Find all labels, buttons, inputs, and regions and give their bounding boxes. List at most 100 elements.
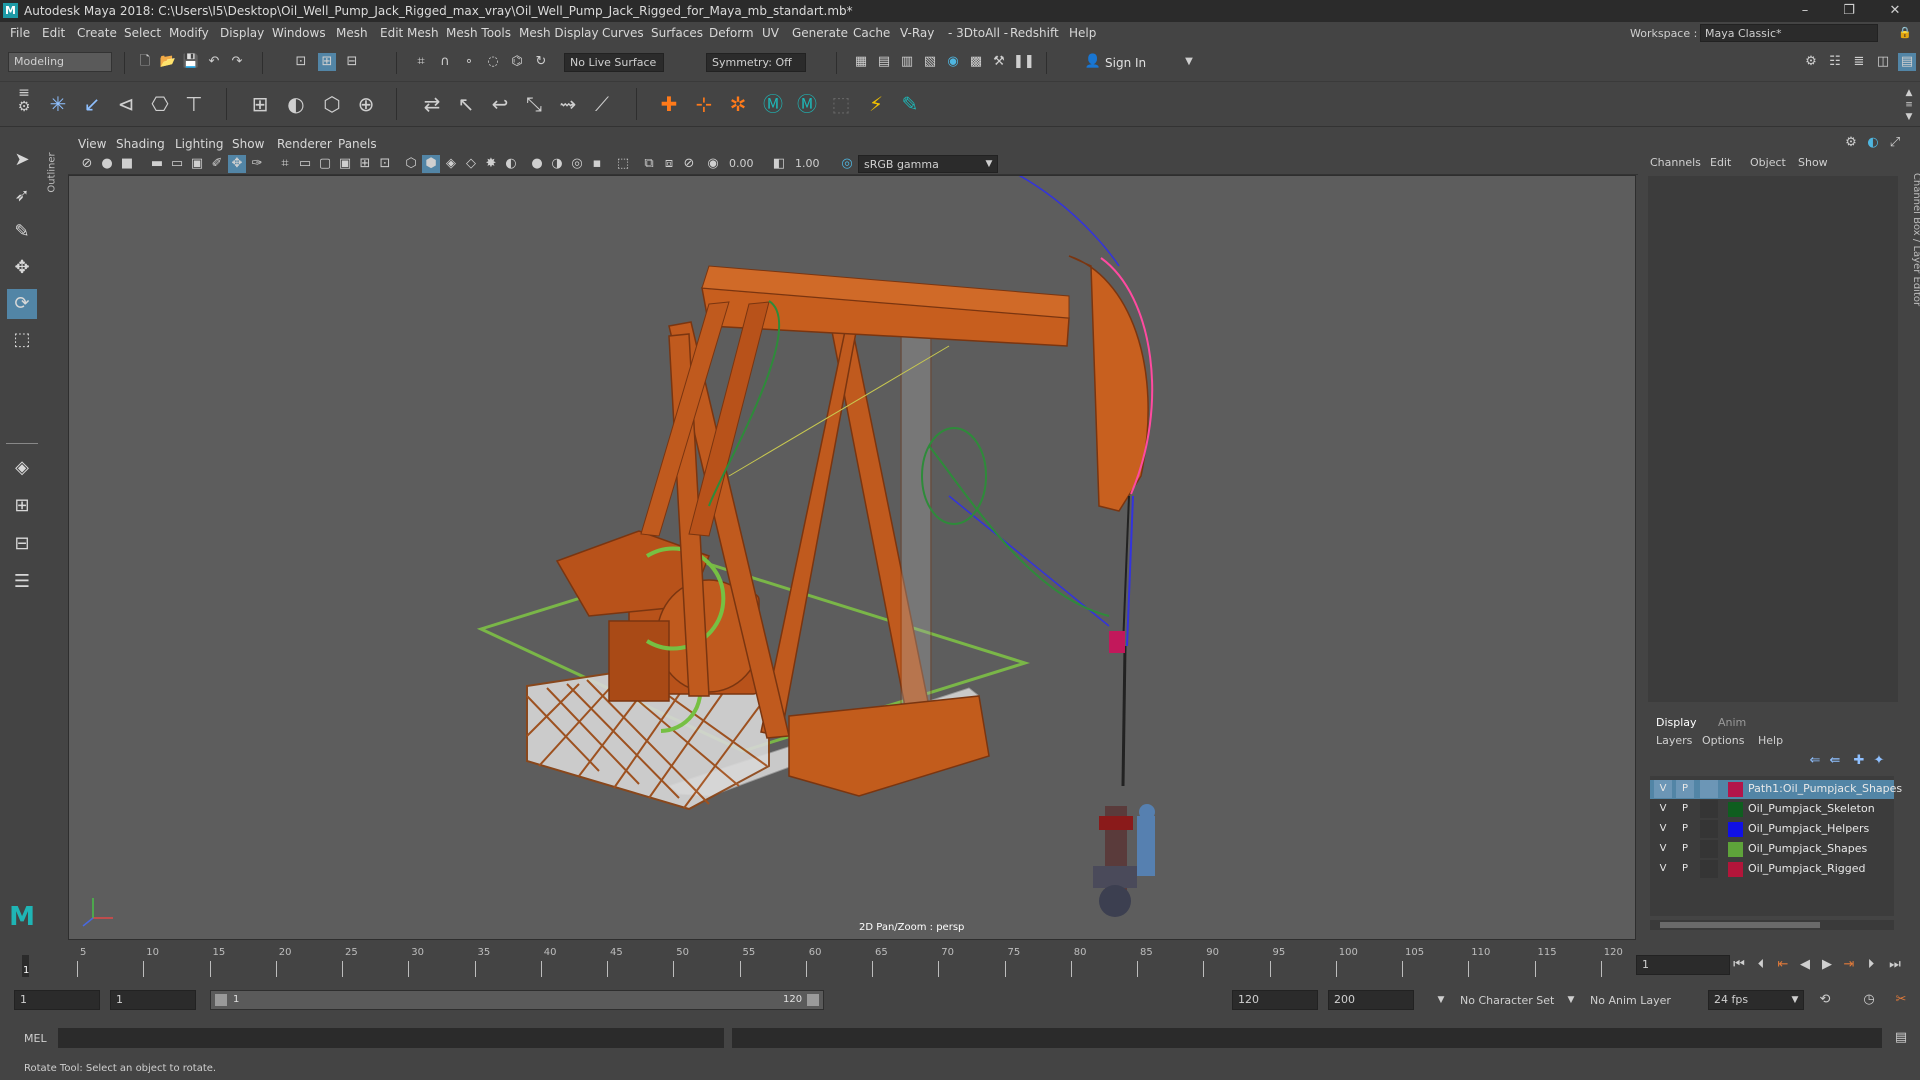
- close-button[interactable]: ✕: [1880, 2, 1910, 20]
- attribute-icon[interactable]: ◐: [1864, 134, 1882, 152]
- layer-visibility-toggle[interactable]: V: [1654, 860, 1672, 878]
- smooth-shade-icon[interactable]: ⬢: [422, 155, 440, 173]
- screen-space-ao-icon[interactable]: ●: [528, 155, 546, 173]
- layer-visibility-toggle[interactable]: V: [1654, 800, 1672, 818]
- camera-lock-icon[interactable]: ●: [98, 155, 116, 173]
- menu-mesh-display[interactable]: Mesh Display: [519, 26, 599, 40]
- snap-live-icon[interactable]: ⌬: [508, 53, 526, 71]
- menu-surfaces[interactable]: Surfaces: [651, 26, 703, 40]
- layer-playback-toggle[interactable]: P: [1676, 800, 1694, 818]
- layer-display-type[interactable]: [1700, 800, 1718, 818]
- layer-visibility-toggle[interactable]: V: [1654, 780, 1672, 798]
- chevron-down-icon[interactable]: ▼: [1180, 53, 1198, 71]
- layer-color-swatch[interactable]: [1728, 842, 1743, 857]
- save-scene-icon[interactable]: 💾: [182, 53, 200, 71]
- layer-name[interactable]: Oil_Pumpjack_Helpers: [1748, 822, 1869, 835]
- layer-visibility-toggle[interactable]: V: [1654, 820, 1672, 838]
- field-chart-icon[interactable]: ⊞: [356, 155, 374, 173]
- channel-edit-menu[interactable]: Edit: [1710, 156, 1731, 169]
- layer-row[interactable]: V P Path1:Oil_Pumpjack_Shapes: [1650, 780, 1902, 799]
- select-component-icon[interactable]: ⊟: [343, 53, 361, 71]
- vray-render-icon[interactable]: ⚒: [990, 53, 1008, 71]
- auto-key-icon[interactable]: ◷: [1860, 991, 1878, 1009]
- character-set-dropdown[interactable]: No Character Set: [1460, 994, 1554, 1007]
- range-slider[interactable]: 1 120: [210, 990, 824, 1010]
- menu-uv[interactable]: UV: [762, 26, 779, 40]
- wireframe-on-shaded-icon[interactable]: ◈: [442, 155, 460, 173]
- chevron-down-icon[interactable]: ▼: [1786, 991, 1804, 1009]
- command-input[interactable]: [58, 1028, 724, 1048]
- motion-blur-icon[interactable]: ◑: [548, 155, 566, 173]
- depth-of-field-icon[interactable]: ▪: [588, 155, 606, 173]
- gamma-icon[interactable]: ◧: [770, 155, 788, 173]
- snap-view-plane-icon[interactable]: ◌: [484, 53, 502, 71]
- point-constraint-icon[interactable]: ↖: [452, 90, 480, 118]
- outliner-layout-icon[interactable]: ☰: [7, 567, 37, 597]
- live-surface-field[interactable]: No Live Surface: [564, 53, 664, 72]
- command-language-toggle[interactable]: MEL: [24, 1032, 47, 1045]
- layer-display-type[interactable]: [1700, 780, 1718, 798]
- attribute-editor-icon[interactable]: ☷: [1826, 53, 1844, 71]
- use-all-lights-icon[interactable]: ✸: [482, 155, 500, 173]
- cluster-icon[interactable]: ⊕: [352, 90, 380, 118]
- outliner-tab[interactable]: Outliner: [44, 127, 64, 940]
- play-forwards-icon[interactable]: ▶: [1818, 956, 1836, 974]
- orient-constraint-icon[interactable]: ↩: [486, 90, 514, 118]
- hik-icon[interactable]: Ⓜ: [759, 90, 787, 118]
- layer-row[interactable]: V P Oil_Pumpjack_Helpers: [1650, 820, 1894, 839]
- lock-icon[interactable]: 🔒: [1896, 24, 1914, 42]
- layer-color-swatch[interactable]: [1728, 782, 1743, 797]
- layer-scrollbar[interactable]: [1650, 920, 1894, 930]
- grid-icon[interactable]: ⌗: [276, 155, 294, 173]
- camera-attributes-icon[interactable]: ■: [118, 155, 136, 173]
- shelf-options-icon[interactable]: ≡ ⚙: [10, 86, 38, 114]
- layer-visibility-toggle[interactable]: V: [1654, 840, 1672, 858]
- bind-skin-icon[interactable]: ⊞: [246, 90, 274, 118]
- panel-menu-renderer[interactable]: Renderer: [277, 137, 332, 151]
- menu-edit-mesh[interactable]: Edit Mesh: [380, 26, 439, 40]
- menu-windows[interactable]: Windows: [272, 26, 326, 40]
- shadows-icon[interactable]: ◐: [502, 155, 520, 173]
- menu-mesh-tools[interactable]: Mesh Tools: [446, 26, 511, 40]
- chevron-down-icon[interactable]: ▼: [980, 155, 998, 173]
- layer-display-type[interactable]: [1700, 820, 1718, 838]
- xray-components-icon[interactable]: ⊘: [680, 155, 698, 173]
- workspace-dropdown[interactable]: Maya Classic*: [1700, 24, 1878, 42]
- exposure-icon[interactable]: ◉: [704, 155, 722, 173]
- layer-name[interactable]: Oil_Pumpjack_Skeleton: [1748, 802, 1875, 815]
- move-tool-icon[interactable]: ✥: [7, 253, 37, 283]
- shelf-scroll-down-icon[interactable]: ▼: [1900, 108, 1918, 126]
- user-icon[interactable]: 👤: [1084, 53, 1102, 71]
- panel-menu-shading[interactable]: Shading: [116, 137, 165, 151]
- step-back-key-icon[interactable]: ⇤: [1774, 956, 1792, 974]
- select-object-icon[interactable]: ⊞: [318, 53, 336, 71]
- render-sequence-icon[interactable]: ▤: [875, 53, 893, 71]
- brush-icon[interactable]: ✑: [248, 155, 266, 173]
- menu-create[interactable]: Create: [77, 26, 117, 40]
- render-view-icon[interactable]: ▩: [967, 53, 985, 71]
- joint-orient-icon[interactable]: ⊹: [690, 90, 718, 118]
- ipr-render-icon[interactable]: ▥: [898, 53, 916, 71]
- xray-icon[interactable]: ⧉: [640, 155, 658, 173]
- channels-menu[interactable]: Channels: [1650, 156, 1701, 169]
- loop-icon[interactable]: ⟲: [1816, 991, 1834, 1009]
- paint-select-tool-icon[interactable]: ✎: [7, 217, 37, 247]
- maximize-button[interactable]: ❐: [1834, 2, 1864, 20]
- channel-box-toggle-icon[interactable]: ▤: [1898, 53, 1916, 71]
- step-forward-frame-icon[interactable]: ⏵: [1862, 956, 1880, 974]
- layer-color-swatch[interactable]: [1728, 802, 1743, 817]
- layer-display-type[interactable]: [1700, 840, 1718, 858]
- channel-show-menu[interactable]: Show: [1798, 156, 1828, 169]
- animation-end-field[interactable]: 200: [1328, 990, 1414, 1010]
- play-backwards-icon[interactable]: ◀: [1796, 956, 1814, 974]
- menu-deform[interactable]: Deform: [709, 26, 754, 40]
- menu-3dtoall[interactable]: - 3DtoAll -: [948, 26, 1008, 40]
- playback-end-field[interactable]: 120: [1232, 990, 1318, 1010]
- channel-list[interactable]: [1648, 176, 1898, 702]
- script-editor-icon[interactable]: ▤: [1892, 1029, 1910, 1047]
- menu-set-dropdown[interactable]: Modeling: [8, 52, 112, 72]
- layer-name[interactable]: Oil_Pumpjack_Shapes: [1748, 842, 1867, 855]
- panel-menu-view[interactable]: View: [78, 137, 106, 151]
- scale-tool-icon[interactable]: ⬚: [7, 325, 37, 355]
- resolution-gate-icon[interactable]: ▢: [316, 155, 334, 173]
